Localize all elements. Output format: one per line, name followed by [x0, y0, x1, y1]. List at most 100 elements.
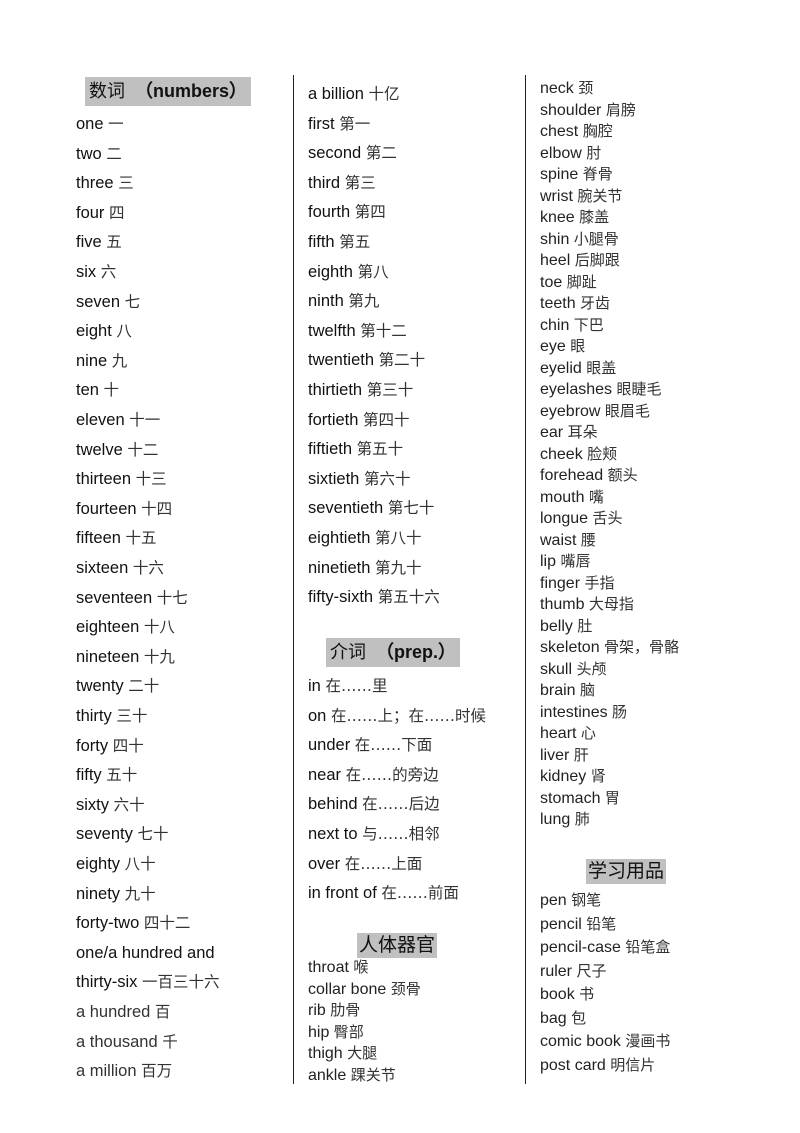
- english-word: seventieth: [308, 499, 384, 518]
- english-word: fifty-sixth: [308, 588, 374, 607]
- header-zh: 人体器官: [359, 934, 436, 956]
- english-word: rib: [308, 1002, 331, 1019]
- vocab-item: skull 头颅: [540, 659, 606, 680]
- english-word: knee: [540, 209, 580, 226]
- english-word: four: [76, 203, 105, 222]
- english-word: waist: [540, 531, 581, 549]
- chinese-translation: 第一: [339, 114, 371, 133]
- chinese-translation: 一: [108, 115, 124, 133]
- vocab-item: book 书: [540, 984, 594, 1005]
- chinese-translation: 第二: [365, 144, 397, 163]
- chinese-translation: 第三: [344, 173, 376, 192]
- english-word: on: [308, 706, 327, 725]
- vocab-item: in front of 在……前面: [308, 883, 459, 903]
- chinese-translation: 千: [162, 1032, 178, 1051]
- english-word: collar bone: [308, 980, 391, 998]
- chinese-translation: 嘴: [588, 487, 604, 506]
- chinese-translation: 十九: [143, 647, 175, 666]
- vocab-item: five 五: [76, 232, 122, 252]
- vocab-item: a million 百万: [76, 1061, 172, 1081]
- chinese-translation: 臀部: [333, 1022, 364, 1041]
- english-word: a thousand: [76, 1032, 163, 1051]
- chinese-translation: 胸腔: [582, 122, 613, 140]
- chinese-translation: 肩膀: [605, 100, 636, 119]
- vocab-item: pencil-case 铅笔盒: [540, 937, 670, 958]
- english-word: eighteen: [76, 618, 140, 637]
- chinese-translation: 颈: [578, 79, 594, 97]
- chinese-translation: 手指: [584, 573, 615, 592]
- english-word: cheek: [540, 445, 588, 463]
- chinese-translation: 三十: [116, 707, 148, 725]
- vocab-item: cheek 脸颊: [540, 444, 617, 465]
- chinese-translation: 耳朵: [567, 423, 598, 441]
- vocab-item: hip 臀部: [308, 1022, 364, 1043]
- chinese-translation: 大母指: [588, 595, 634, 613]
- vocab-item: lip 嘴唇: [540, 551, 590, 572]
- english-word: near: [308, 765, 342, 784]
- chinese-translation: 舌头: [592, 509, 623, 527]
- vocab-item: a billion 十亿: [308, 84, 400, 104]
- english-word: eyelid: [540, 359, 587, 377]
- chinese-translation: 肠: [612, 702, 628, 721]
- english-word: in front of: [308, 884, 377, 903]
- english-word: over: [308, 854, 341, 873]
- english-word: next to: [308, 825, 358, 843]
- vocab-item: chest 胸腔: [540, 121, 613, 142]
- vocab-item: seventieth 第七十: [308, 498, 434, 518]
- vocab-item: next to 与……相邻: [308, 824, 440, 844]
- chinese-translation: 第五: [339, 233, 371, 251]
- english-word: sixty: [76, 795, 109, 814]
- chinese-translation: 颈骨: [390, 979, 421, 998]
- english-word: one/a hundred and: [76, 943, 215, 962]
- chinese-translation: 百万: [141, 1062, 173, 1081]
- vocab-item: bag 包: [540, 1008, 586, 1029]
- chinese-translation: 额头: [607, 466, 638, 484]
- vocab-item: seventeen 十七: [76, 588, 188, 608]
- vocab-item: stomach 胃: [540, 788, 620, 809]
- english-word: sixtieth: [308, 469, 360, 488]
- english-word: throat: [308, 959, 354, 976]
- chinese-translation: 骨架，骨骼: [604, 638, 680, 656]
- vocab-item: forty-two 四十二: [76, 913, 190, 933]
- chinese-translation: 第八十: [374, 529, 422, 547]
- vocab-item: mouth 嘴: [540, 487, 604, 508]
- chinese-translation: 十二: [127, 440, 159, 459]
- vocab-item: eighteen 十八: [76, 617, 175, 637]
- chinese-translation: 尺子: [576, 961, 607, 980]
- vocab-item: ankle 踝关节: [308, 1065, 396, 1086]
- chinese-translation: 在……上；在……时候: [330, 706, 486, 725]
- chinese-translation: 第三十: [366, 381, 414, 399]
- english-word: nine: [76, 351, 108, 370]
- chinese-translation: 四十二: [143, 914, 191, 933]
- vocab-item: fourteen 十四: [76, 499, 172, 519]
- chinese-translation: 在……里: [325, 677, 388, 695]
- vocab-item: ninetieth 第九十: [308, 558, 422, 578]
- vocab-item: under 在……下面: [308, 735, 432, 755]
- vocab-item: twentieth 第二十: [308, 350, 425, 370]
- vocab-item: skeleton 骨架，骨骼: [540, 637, 679, 658]
- english-word: fifth: [308, 233, 335, 251]
- chinese-translation: 明信片: [610, 1055, 656, 1074]
- english-word: eyebrow: [540, 402, 605, 420]
- vocab-item: fortieth 第四十: [308, 410, 410, 430]
- vocab-item: lung 肺: [540, 809, 590, 830]
- chinese-translation: 肘: [586, 143, 602, 162]
- header-en: （prep.）: [376, 642, 457, 662]
- vocab-item: sixty 六十: [76, 795, 145, 815]
- chinese-translation: 六十: [113, 795, 145, 814]
- vocab-item: finger 手指: [540, 573, 614, 594]
- vocab-item: rib 肋骨: [308, 1000, 360, 1021]
- english-word: fortieth: [308, 410, 359, 429]
- vocab-item: thirtieth 第三十: [308, 380, 413, 400]
- vocab-item: over 在……上面: [308, 854, 422, 874]
- english-word: a billion: [308, 85, 369, 103]
- english-word: behind: [308, 795, 358, 814]
- chinese-translation: 第五十: [356, 440, 404, 459]
- english-word: kidney: [540, 768, 591, 785]
- chinese-translation: 第四: [354, 203, 386, 222]
- english-word: elbow: [540, 144, 587, 162]
- vocab-item: eyelashes 眼睫毛: [540, 379, 662, 400]
- vocab-item: twenty 二十: [76, 676, 159, 696]
- english-word: neck: [540, 80, 579, 97]
- chinese-translation: 八十: [124, 855, 156, 873]
